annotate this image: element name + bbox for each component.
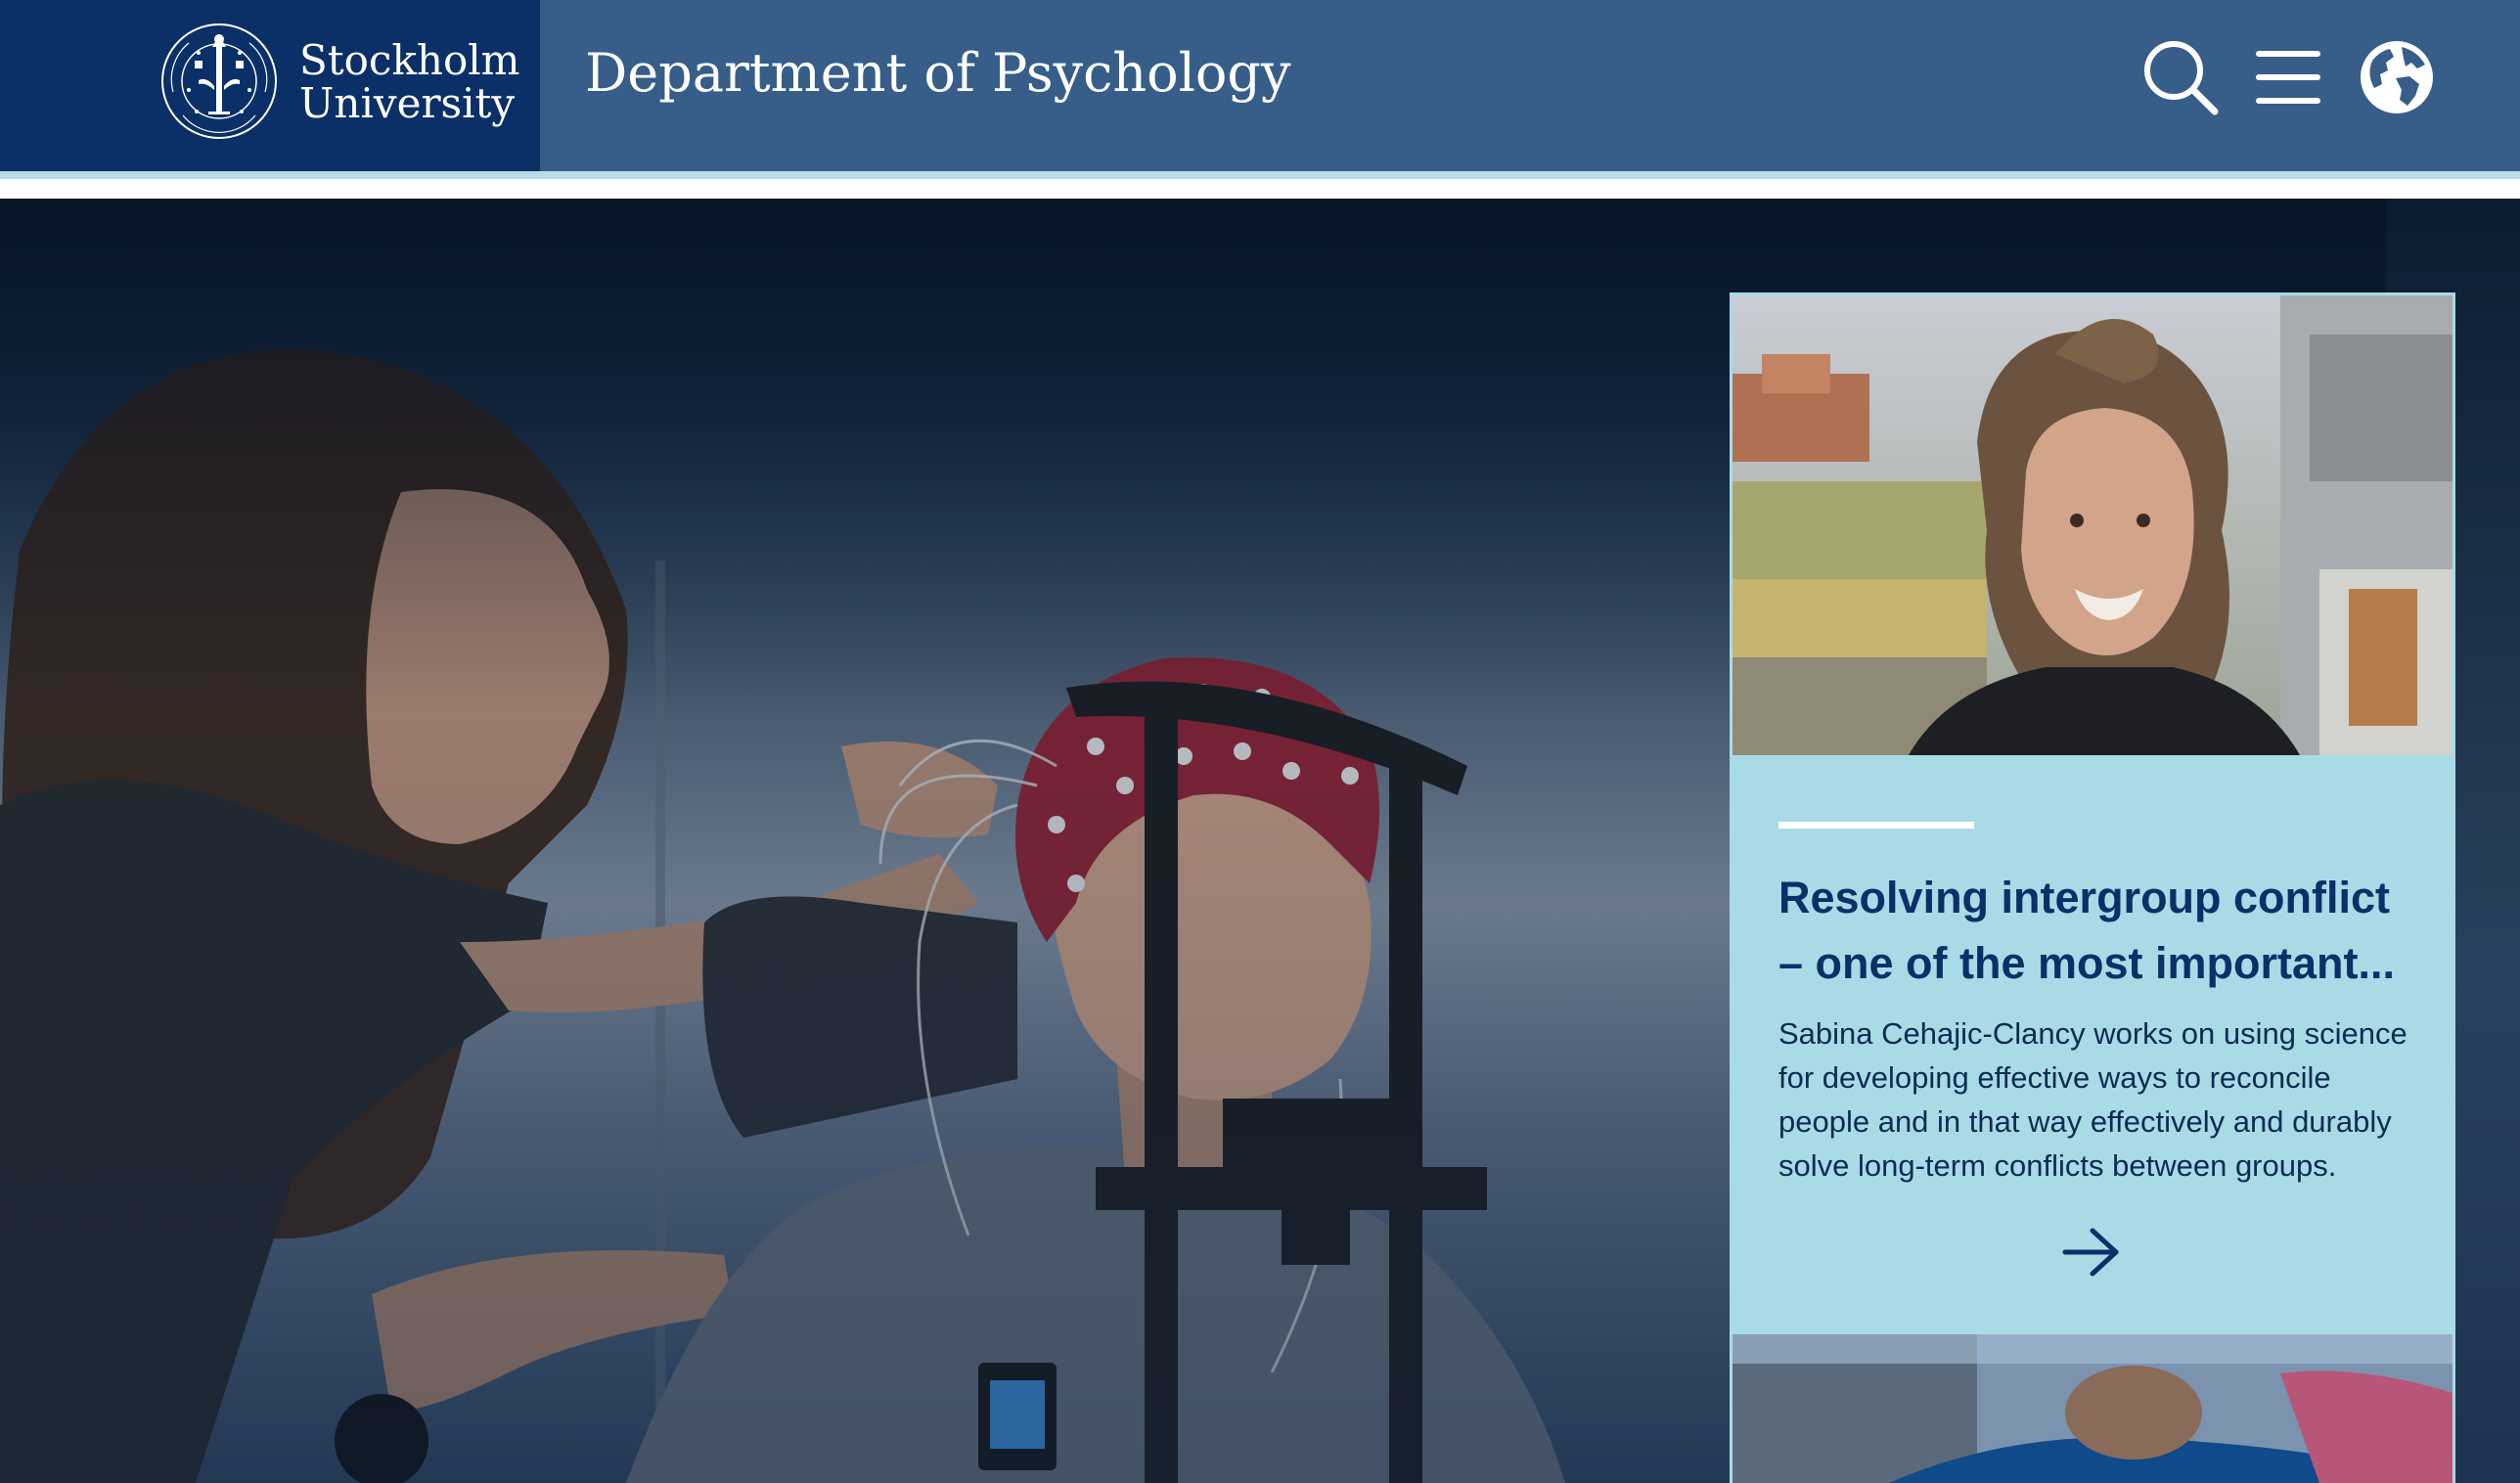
next-news-photo bbox=[1732, 1334, 2452, 1483]
arrow-right-icon[interactable] bbox=[2059, 1225, 2124, 1280]
university-wordmark: Stockholm University bbox=[299, 39, 520, 125]
news-card-body: Resolving intergroup conflict – one of t… bbox=[1732, 755, 2452, 1330]
news-card-title[interactable]: Resolving intergroup conflict – one of t… bbox=[1778, 865, 2424, 996]
language-button[interactable] bbox=[2353, 33, 2441, 121]
news-card-photo bbox=[1732, 295, 2452, 755]
news-card-summary: Sabina Cehajic-Clancy works on using sci… bbox=[1778, 1016, 2408, 1183]
department-title-link[interactable]: Department of Psychology bbox=[585, 39, 1291, 108]
header-accent-rule bbox=[0, 171, 2520, 179]
news-card-accent-rule bbox=[1778, 822, 1974, 829]
next-news-card-photo[interactable] bbox=[1732, 1334, 2452, 1483]
search-icon bbox=[2144, 41, 2219, 115]
globe-icon bbox=[2361, 41, 2433, 113]
hamburger-menu-icon bbox=[2256, 51, 2320, 104]
university-seal-icon bbox=[161, 23, 277, 139]
site-header: Stockholm University Department of Psych… bbox=[0, 0, 2520, 171]
header-gap bbox=[0, 179, 2520, 199]
news-card[interactable]: Resolving intergroup conflict – one of t… bbox=[1730, 292, 2455, 1483]
menu-button[interactable] bbox=[2244, 33, 2332, 121]
portrait-photo bbox=[1732, 295, 2452, 755]
search-button[interactable] bbox=[2137, 33, 2225, 121]
logo-line-2: University bbox=[299, 79, 516, 127]
logo-line-1: Stockholm bbox=[299, 36, 520, 84]
university-logo-link[interactable]: Stockholm University bbox=[0, 0, 540, 171]
